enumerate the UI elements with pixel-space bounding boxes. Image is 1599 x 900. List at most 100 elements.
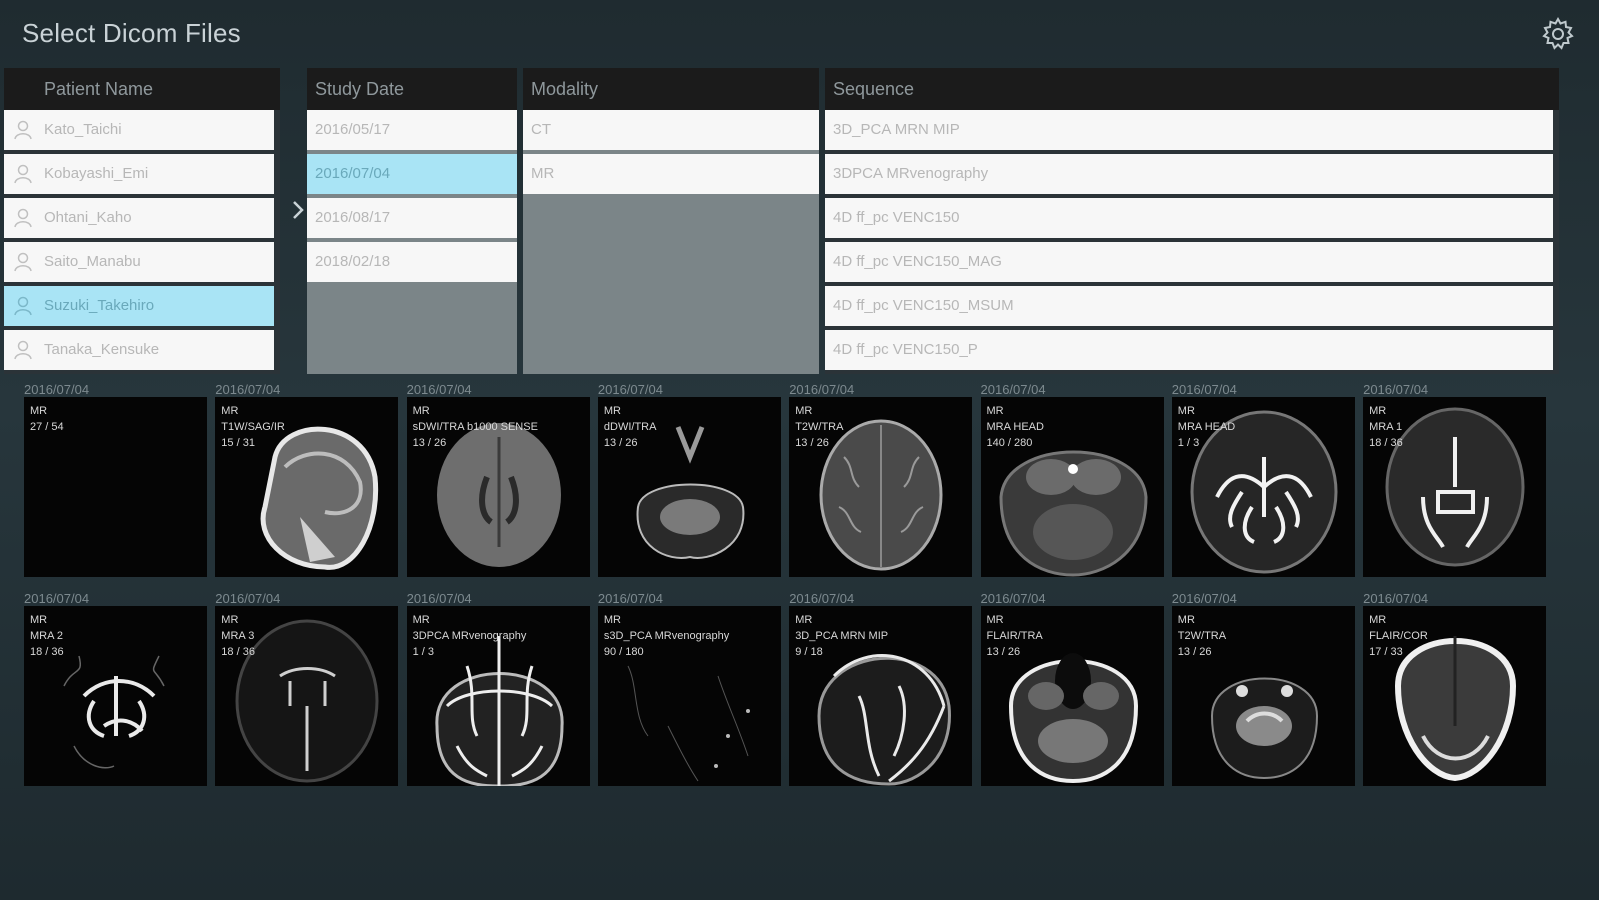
thumbnail-overlay: MR FLAIR/TRA 13 / 26 bbox=[987, 612, 1043, 660]
thumbnail-image: MR T2W/TRA 13 / 26 bbox=[789, 397, 973, 577]
modality-row[interactable]: MR bbox=[523, 154, 819, 194]
patient-name-label: Kobayashi_Emi bbox=[44, 165, 149, 182]
thumbnail-series: T2W/TRA bbox=[795, 421, 844, 433]
series-thumbnail[interactable]: 2016/07/04 MR MRA HEAD 1 / 3 bbox=[1171, 382, 1355, 577]
series-thumbnail[interactable]: 2016/07/04 MR 27 / 54 bbox=[24, 383, 207, 577]
thumbnail-date: 2016/07/04 bbox=[597, 382, 663, 397]
person-icon bbox=[14, 296, 32, 316]
thumbnail-image: MR 27 / 54 bbox=[24, 397, 207, 577]
series-thumbnail[interactable]: 2016/07/04 MR 3D_PCA MRN MIP 9 / 18 bbox=[789, 592, 973, 786]
thumbnail-date: 2016/07/04 bbox=[1363, 591, 1429, 606]
thumbnail-modality: MR bbox=[30, 405, 48, 417]
thumbnail-modality: MR bbox=[30, 614, 48, 626]
sequence-list: 3D_PCA MRN MIP 3DPCA MRvenography 4D ff_pc… bbox=[825, 110, 1559, 374]
sequence-row[interactable]: 4D ff_pc VENC150_P bbox=[825, 330, 1553, 370]
thumbnail-count: 18 / 36 bbox=[221, 646, 255, 658]
thumbnail-image: MR dDWI/TRA 13 / 26 bbox=[597, 397, 781, 577]
person-icon bbox=[14, 340, 32, 360]
thumbnail-count: 13 / 26 bbox=[603, 437, 638, 449]
patient-row[interactable]: Ohtani_Kaho bbox=[4, 198, 274, 238]
series-thumbnail[interactable]: 2016/07/04 MR dDWI/TRA 13 / 26 bbox=[597, 382, 781, 577]
thumbnail-date: 2016/07/04 bbox=[980, 382, 1046, 397]
series-thumbnail[interactable]: 2016/07/04 MR MRA HEAD 140 / 280 bbox=[980, 382, 1164, 577]
study-date-header: Study Date bbox=[307, 68, 517, 110]
thumbnail-modality: MR bbox=[221, 614, 239, 626]
thumbnail-count: 13 / 26 bbox=[1177, 646, 1212, 658]
sequence-row[interactable]: 4D ff_pc VENC150 bbox=[825, 198, 1553, 238]
thumbnail-modality: MR bbox=[1369, 614, 1387, 626]
thumbnail-count: 15 / 31 bbox=[221, 437, 255, 449]
series-thumbnail[interactable]: 2016/07/04 MR s3D_PCA MRvenography 90 / 18… bbox=[597, 591, 781, 786]
series-thumbnail[interactable]: 2016/07/04 MR FLAIR/TRA 13 / 26 bbox=[980, 592, 1164, 786]
thumbnail-date: 2016/07/04 bbox=[597, 591, 663, 606]
thumbnail-overlay: MR MRA 3 18 / 36 bbox=[221, 612, 255, 660]
thumbnail-series: MRA HEAD bbox=[986, 421, 1044, 433]
thumbnail-modality: MR bbox=[221, 405, 239, 417]
thumbnail-modality: MR bbox=[1177, 614, 1195, 626]
thumbnail-overlay: MR dDWI/TRA 13 / 26 bbox=[604, 403, 657, 451]
thumbnail-date: 2016/07/04 bbox=[24, 591, 90, 606]
thumbnail-overlay: MR MRA 1 18 / 36 bbox=[1369, 403, 1403, 451]
series-thumbnail[interactable]: 2016/07/04 MR MRA 3 18 / 36 bbox=[215, 592, 399, 786]
thumbnail-modality: MR bbox=[1369, 405, 1387, 417]
study-date-row[interactable]: 2018/02/18 bbox=[307, 242, 517, 282]
study-date-row[interactable]: 2016/05/17 bbox=[307, 110, 517, 150]
gear-icon[interactable] bbox=[1540, 16, 1576, 52]
patient-name-header: Patient Name bbox=[4, 68, 280, 110]
patient-row[interactable]: Kato_Taichi bbox=[4, 110, 274, 150]
series-thumbnail[interactable]: 2016/07/04 MR 3DPCA MRvenography 1 / 3 bbox=[406, 592, 590, 786]
series-thumbnail[interactable]: 2016/07/04 MR MRA 2 18 / 36 bbox=[24, 592, 207, 786]
thumbnail-modality: MR bbox=[412, 614, 430, 626]
thumbnail-image: MR MRA HEAD 140 / 280 bbox=[980, 397, 1164, 577]
study-date-row[interactable]: 2016/07/04 bbox=[307, 154, 517, 194]
thumbnail-overlay: MR sDWI/TRA b1000 SENSE 13 / 26 bbox=[413, 403, 538, 451]
patient-row[interactable]: Kobayashi_Emi bbox=[4, 154, 274, 194]
sequence-row[interactable]: 3D_PCA MRN MIP bbox=[825, 110, 1553, 150]
thumbnail-overlay: MR s3D_PCA MRvenography 90 / 180 bbox=[604, 612, 729, 660]
sequence-row[interactable]: 4D ff_pc VENC150_MAG bbox=[825, 242, 1553, 282]
top-bar: Select Dicom Files bbox=[0, 0, 1599, 68]
thumbnail-date: 2016/07/04 bbox=[789, 382, 855, 397]
patient-row[interactable]: Saito_Manabu bbox=[4, 242, 274, 282]
patient-name-label: Kato_Taichi bbox=[44, 121, 122, 138]
patient-name-label: Ohtani_Kaho bbox=[44, 209, 132, 226]
thumbnail-series: dDWI/TRA bbox=[603, 421, 657, 433]
thumbnail-modality: MR bbox=[1177, 405, 1195, 417]
thumbnail-date: 2016/07/04 bbox=[1363, 382, 1429, 397]
thumbnail-count: 140 / 280 bbox=[986, 437, 1033, 449]
thumbnail-image: MR FLAIR/TRA 13 / 26 bbox=[980, 606, 1164, 786]
thumbnail-image: MR T2W/TRA 13 / 26 bbox=[1171, 606, 1355, 786]
thumbnail-image: MR sDWI/TRA b1000 SENSE 13 / 26 bbox=[406, 397, 590, 577]
series-thumbnail[interactable]: 2016/07/04 MR sDWI/TRA b1000 SENSE 13 / 26 bbox=[406, 382, 590, 577]
series-thumbnail[interactable]: 2016/07/04 MR MRA 1 18 / 36 bbox=[1363, 382, 1547, 577]
thumbnail-image: MR MRA HEAD 1 / 3 bbox=[1171, 397, 1355, 577]
study-date-row[interactable]: 2016/08/17 bbox=[307, 198, 517, 238]
person-icon bbox=[14, 120, 32, 140]
thumbnail-overlay: MR 3D_PCA MRN MIP 9 / 18 bbox=[795, 612, 888, 660]
thumbnail-series: MRA HEAD bbox=[1177, 421, 1236, 433]
thumbnail-series: MRA 3 bbox=[221, 630, 255, 642]
thumbnail-overlay: MR 3DPCA MRvenography 1 / 3 bbox=[413, 612, 527, 660]
thumbnail-date: 2016/07/04 bbox=[406, 382, 472, 397]
thumbnail-date: 2016/07/04 bbox=[215, 382, 281, 397]
modality-row[interactable]: CT bbox=[523, 110, 819, 150]
patient-row[interactable]: Suzuki_Takehiro bbox=[4, 286, 274, 326]
thumbnail-overlay: MR MRA HEAD 1 / 3 bbox=[1178, 403, 1235, 451]
thumbnail-image: MR 3D_PCA MRN MIP 9 / 18 bbox=[789, 606, 973, 786]
patient-row[interactable]: Tanaka_Kensuke bbox=[4, 330, 274, 370]
series-thumbnail[interactable]: 2016/07/04 MR FLAIR/COR 17 / 33 bbox=[1363, 591, 1547, 786]
thumbnail-series: sDWI/TRA b1000 SENSE bbox=[412, 421, 538, 433]
series-thumbnail[interactable]: 2016/07/04 MR T2W/TRA 13 / 26 bbox=[1171, 592, 1355, 786]
series-thumbnail[interactable]: 2016/07/04 MR T1W/SAG/IR 15 / 31 bbox=[215, 382, 399, 577]
series-thumbnail[interactable]: 2016/07/04 MR T2W/TRA 13 / 26 bbox=[789, 382, 973, 577]
sequence-row[interactable]: 3DPCA MRvenography bbox=[825, 154, 1553, 194]
thumbnail-overlay: MR MRA HEAD 140 / 280 bbox=[987, 403, 1044, 451]
thumbnail-count: 13 / 26 bbox=[795, 437, 829, 449]
thumbnail-count: 27 / 54 bbox=[30, 421, 64, 433]
thumbnail-image: MR 3DPCA MRvenography 1 / 3 bbox=[406, 606, 590, 786]
thumbnail-series: FLAIR/TRA bbox=[986, 630, 1043, 642]
thumbnail-date: 2016/07/04 bbox=[1171, 382, 1237, 397]
thumbnail-series: 3DPCA MRvenography bbox=[412, 630, 527, 642]
sequence-row[interactable]: 4D ff_pc VENC150_MSUM bbox=[825, 286, 1553, 326]
thumbnail-modality: MR bbox=[603, 614, 621, 626]
